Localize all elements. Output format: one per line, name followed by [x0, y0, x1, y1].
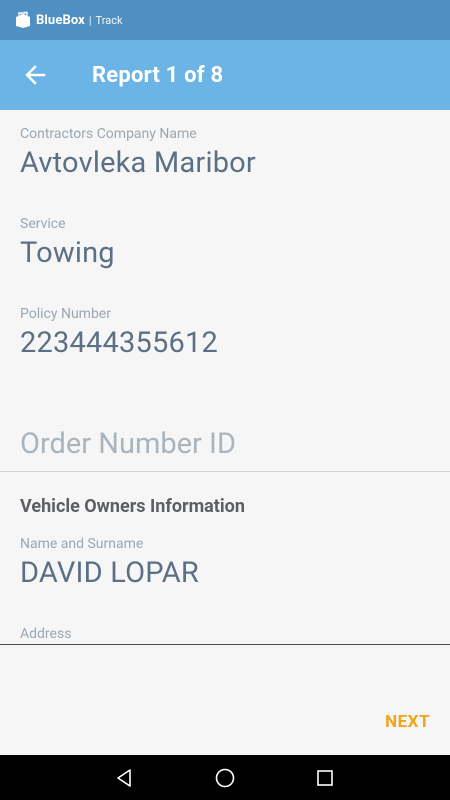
service-value: Towing	[20, 236, 115, 270]
report-form[interactable]: Contractors Company Name Avtovleka Marib…	[0, 110, 450, 645]
service-label: Service	[20, 216, 66, 232]
page-title: Report 1 of 8	[92, 62, 224, 88]
contractor-label: Contractors Company Name	[20, 126, 197, 142]
order-number-field	[0, 410, 450, 472]
address-label: Address	[20, 626, 72, 642]
service-field: Service Towing	[20, 216, 430, 270]
policy-label: Policy Number	[20, 306, 111, 322]
nav-back-button[interactable]	[95, 755, 155, 800]
address-field: Address	[20, 626, 430, 642]
order-number-input[interactable]	[20, 424, 430, 464]
policy-value: 223444355612	[20, 326, 218, 360]
owner-name-field: Name and Surname DAVID LOPAR	[20, 536, 430, 590]
owner-name-label: Name and Surname	[20, 536, 144, 552]
brand-name: BlueBox	[36, 12, 85, 28]
owner-section-title: Vehicle Owners Information	[20, 496, 245, 517]
back-button[interactable]	[0, 40, 70, 110]
status-bar: BlueBox | Track	[0, 0, 450, 40]
action-area: NEXT	[0, 645, 450, 755]
arrow-back-icon	[25, 65, 46, 85]
triangle-back-icon	[117, 768, 131, 787]
policy-field: Policy Number 223444355612	[20, 306, 430, 360]
app-bar: Report 1 of 8	[0, 40, 450, 110]
circle-home-icon	[215, 768, 235, 787]
nav-home-button[interactable]	[195, 755, 255, 800]
brand-subtitle: Track	[95, 13, 123, 27]
brand-separator: |	[88, 13, 92, 27]
contractor-field: Contractors Company Name Avtovleka Marib…	[20, 126, 430, 180]
navigation-bar	[0, 755, 450, 800]
contractor-value: Avtovleka Maribor	[20, 146, 256, 180]
square-recents-icon	[317, 769, 333, 786]
bluebox-logo-icon	[16, 11, 30, 28]
nav-recents-button[interactable]	[295, 755, 355, 800]
next-button[interactable]: NEXT	[385, 712, 430, 732]
owner-name-value: DAVID LOPAR	[20, 556, 199, 590]
